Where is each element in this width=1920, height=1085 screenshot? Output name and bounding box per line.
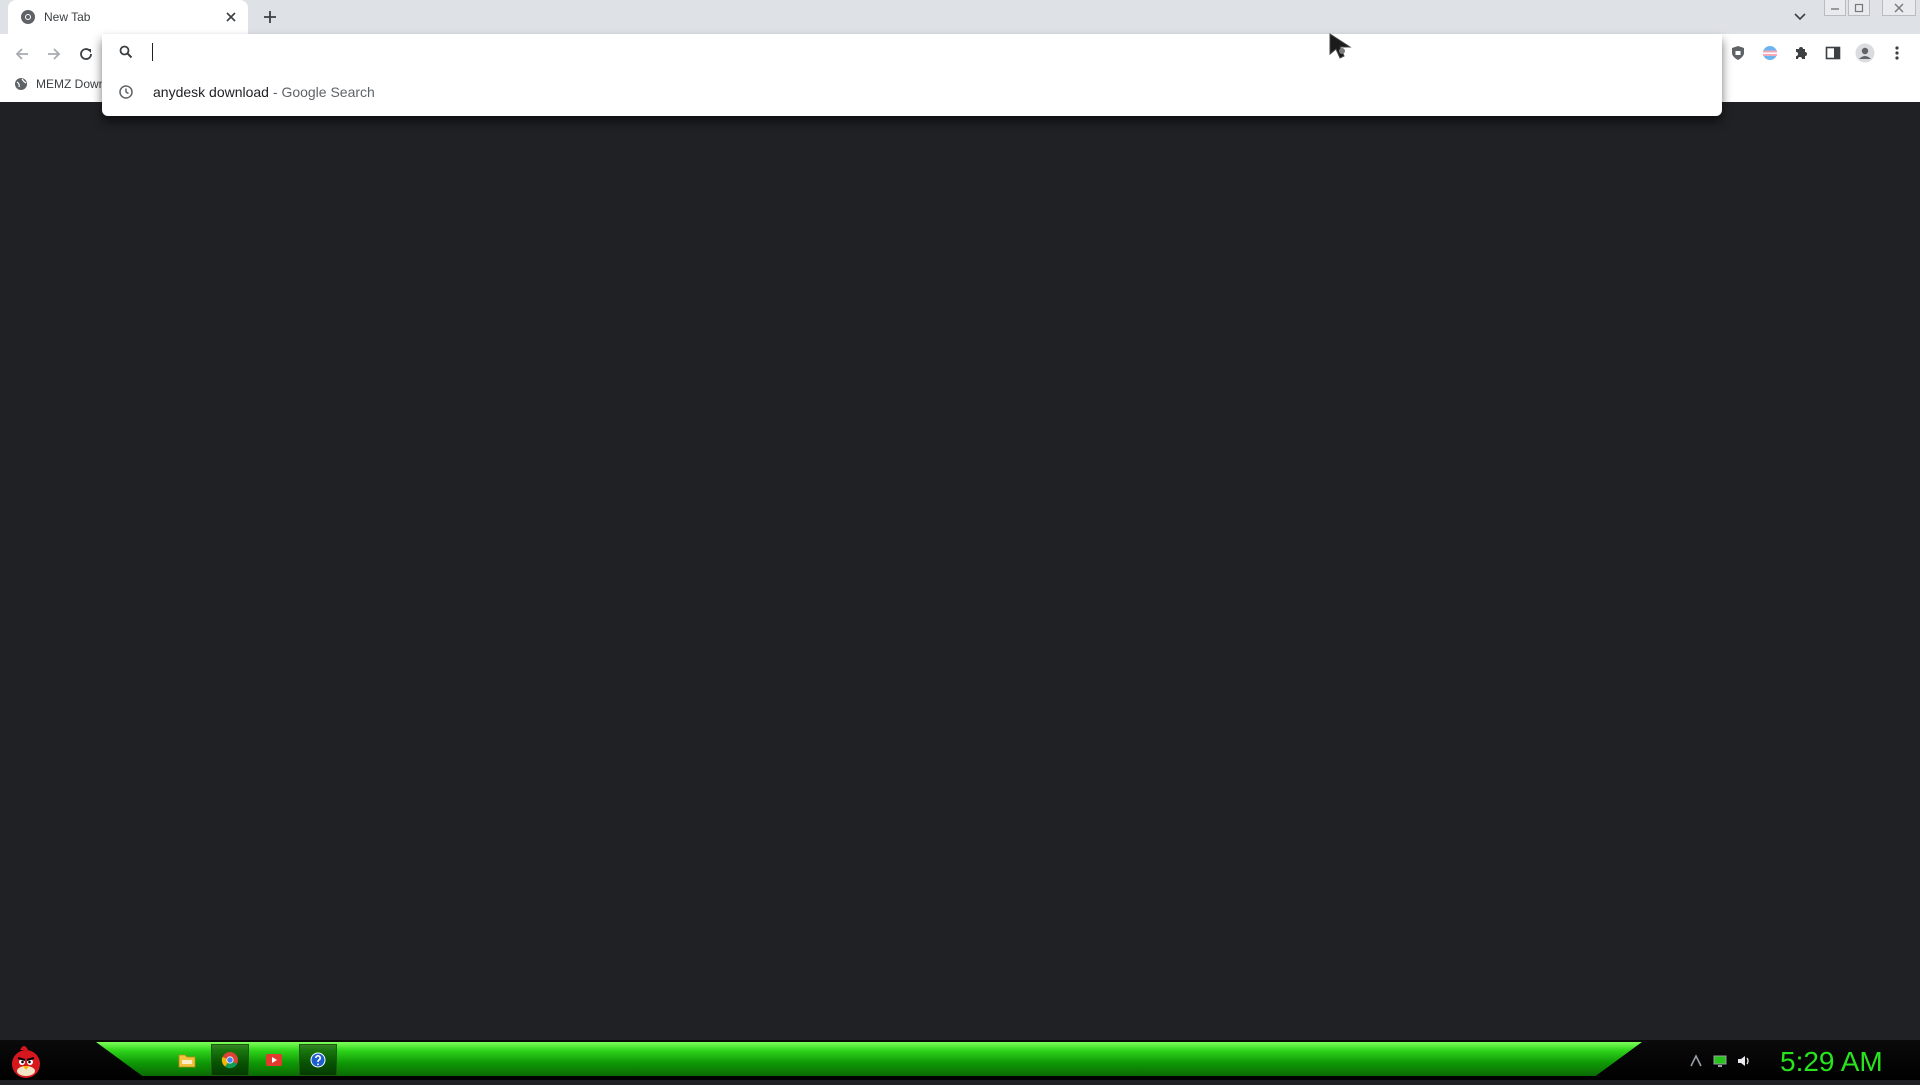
bookmark-label: MEMZ Down [36, 77, 106, 91]
text-caret [152, 43, 153, 61]
media-player-icon [266, 1054, 282, 1066]
tab-title: New Tab [44, 10, 91, 24]
close-icon [1894, 3, 1904, 12]
history-clock-icon [119, 85, 133, 99]
bookmark-memz[interactable]: MEMZ Down [14, 76, 110, 92]
minimize-icon [1831, 7, 1839, 10]
maximize-button[interactable] [1848, 0, 1870, 16]
tab-strip: New Tab [0, 0, 1920, 34]
tab-search-button[interactable] [1788, 6, 1812, 28]
taskbar-media-player[interactable] [255, 1044, 293, 1076]
more-menu-button[interactable] [1884, 40, 1910, 66]
more-menu-icon [1895, 46, 1899, 60]
window-close-button[interactable] [1882, 0, 1916, 16]
suggestion-separator: - [272, 84, 278, 100]
close-icon [226, 12, 236, 22]
volume-icon[interactable] [1736, 1053, 1752, 1069]
omnibox-dropdown: anydesk download - Google Search [102, 34, 1722, 116]
chrome-icon [221, 1052, 238, 1069]
back-arrow-icon [15, 48, 28, 60]
omnibox-suggestion[interactable]: anydesk download - Google Search [102, 76, 1722, 108]
flag-extension-button[interactable] [1757, 40, 1783, 66]
maximize-icon [1854, 3, 1864, 12]
taskbar-clock[interactable]: 5:29 AM [1780, 1046, 1883, 1078]
profile-button[interactable] [1852, 40, 1878, 66]
suggestion-text: anydesk download - Google Search [153, 84, 375, 100]
extensions-button[interactable] [1788, 40, 1814, 66]
shield-extension-button[interactable] [1725, 40, 1751, 66]
forward-arrow-icon [48, 48, 61, 60]
taskbar-file-explorer[interactable] [168, 1044, 206, 1076]
forward-button[interactable] [40, 40, 68, 68]
new-tab-button[interactable] [258, 5, 282, 29]
chevron-down-icon [1794, 13, 1806, 21]
taskbar-chrome[interactable] [211, 1044, 249, 1076]
side-panel-button[interactable] [1820, 40, 1846, 66]
back-button[interactable] [8, 40, 36, 68]
file-explorer-icon [178, 1054, 196, 1068]
help-icon [310, 1052, 326, 1068]
minimize-button[interactable] [1824, 0, 1846, 16]
globe-icon [15, 78, 27, 90]
mouse-cursor-icon [1329, 33, 1352, 59]
suggestion-query: anydesk download [153, 84, 269, 100]
display-icon[interactable] [1712, 1053, 1728, 1069]
puzzle-icon [1796, 47, 1807, 59]
reload-button[interactable] [72, 40, 100, 68]
side-panel-icon [1825, 46, 1841, 60]
network-icon[interactable] [1688, 1053, 1704, 1069]
chrome-icon [21, 10, 35, 24]
start-button[interactable] [6, 1040, 46, 1080]
profile-icon [1855, 43, 1875, 63]
flag-extension-icon [1763, 46, 1777, 60]
tab-new-tab[interactable]: New Tab [8, 0, 248, 34]
reload-icon [80, 48, 92, 60]
shield-extension-icon [1732, 46, 1744, 60]
suggestion-description: Google Search [281, 84, 375, 100]
plus-icon [264, 11, 276, 23]
address-bar-input[interactable] [148, 40, 1652, 66]
angry-bird-start-icon [12, 1046, 40, 1078]
taskbar-help[interactable] [299, 1044, 337, 1076]
search-icon [119, 45, 133, 59]
close-tab-button[interactable] [220, 6, 242, 28]
